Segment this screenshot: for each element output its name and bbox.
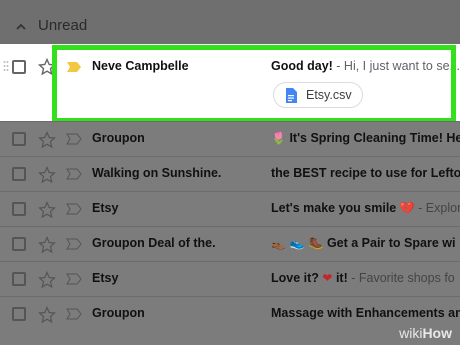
row-checkbox[interactable] [12, 237, 26, 251]
star-icon[interactable] [38, 131, 56, 149]
star-icon[interactable] [38, 166, 56, 184]
star-icon[interactable] [38, 271, 56, 289]
star-icon[interactable] [38, 306, 56, 324]
row-checkbox[interactable] [12, 60, 26, 74]
star-icon[interactable] [38, 236, 56, 254]
email-subject: Let's make you smile 💔 - Explor [271, 201, 460, 215]
tulip-emoji: 🌷 [271, 131, 286, 145]
subject-text: Massage with Enhancements and [271, 306, 460, 320]
email-subject: Love it? ❤ it! - Favorite shops fo [271, 271, 460, 285]
shoes-emoji: 👞 👟 🥾 [271, 236, 324, 250]
broken-heart-emoji: 💔 [399, 201, 415, 215]
email-snippet: - Hi, I just want to se... [332, 59, 460, 73]
important-marker-icon[interactable] [66, 273, 82, 285]
attachment-filename: Etsy.csv [306, 88, 352, 102]
sender-name: Groupon Deal of the. [92, 236, 216, 250]
important-marker-icon[interactable] [66, 61, 82, 73]
selected-email-row[interactable]: Neve Campbelle Good day! - Hi, I just wa… [0, 44, 460, 126]
email-row[interactable]: Groupon Massage with Enhancements and [0, 296, 460, 332]
email-subject: the BEST recipe to use for Leftov [271, 166, 460, 180]
subject-text: Let's make you smile [271, 201, 400, 215]
row-checkbox[interactable] [12, 272, 26, 286]
email-subject: 👞 👟 🥾 Get a Pair to Spare wi [271, 236, 460, 250]
subject-text: Love it? [271, 271, 323, 285]
email-row[interactable]: Etsy Love it? ❤ it! - Favorite shops fo [0, 261, 460, 297]
row-checkbox[interactable] [12, 132, 26, 146]
email-snippet: - Favorite shops fo [347, 271, 455, 285]
attachment-chip[interactable]: Etsy.csv [273, 82, 363, 108]
sender-name: Groupon [92, 306, 145, 320]
important-marker-icon[interactable] [66, 308, 82, 320]
section-title: Unread [38, 17, 88, 34]
sender-name: Groupon [92, 131, 145, 145]
sender-name: Walking on Sunshine. [92, 166, 222, 180]
email-subject: Good day! - Hi, I just want to se... [271, 59, 460, 73]
drag-handle-icon[interactable] [3, 60, 9, 72]
document-icon [286, 87, 297, 103]
important-marker-icon[interactable] [66, 133, 82, 145]
subject-text: the BEST recipe to use for Leftov [271, 166, 460, 180]
email-subject: Massage with Enhancements and [271, 306, 460, 320]
sender-name: Etsy [92, 201, 119, 215]
email-snippet: - Explor [414, 201, 460, 215]
email-row[interactable]: Groupon Deal of the. 👞 👟 🥾 Get a Pair to… [0, 226, 460, 262]
email-subject: 🌷 It's Spring Cleaning Time! Her [271, 131, 460, 145]
star-icon[interactable] [38, 58, 56, 76]
subject-text: Get a Pair to Spare wi [326, 236, 456, 250]
row-checkbox[interactable] [12, 307, 26, 321]
email-row[interactable]: Walking on Sunshine. the BEST recipe to … [0, 156, 460, 192]
chevron-up-icon[interactable] [14, 20, 28, 34]
row-checkbox[interactable] [12, 167, 26, 181]
wikihow-watermark: wikiHow [399, 325, 452, 341]
important-marker-icon[interactable] [66, 168, 82, 180]
email-row[interactable]: Etsy Let's make you smile 💔 - Explor [0, 191, 460, 227]
email-row[interactable]: Groupon 🌷 It's Spring Cleaning Time! Her [0, 121, 460, 157]
important-marker-icon[interactable] [66, 203, 82, 215]
subject-text-end: it! [332, 271, 348, 285]
row-checkbox[interactable] [12, 202, 26, 216]
sender-name: Etsy [92, 271, 119, 285]
subject-text: It's Spring Cleaning Time! Her [289, 131, 460, 145]
star-icon[interactable] [38, 201, 56, 219]
subject-text: Good day! [271, 59, 333, 73]
heart-emoji: ❤ [322, 271, 333, 285]
important-marker-icon[interactable] [66, 238, 82, 250]
sender-name: Neve Campbelle [92, 59, 189, 73]
